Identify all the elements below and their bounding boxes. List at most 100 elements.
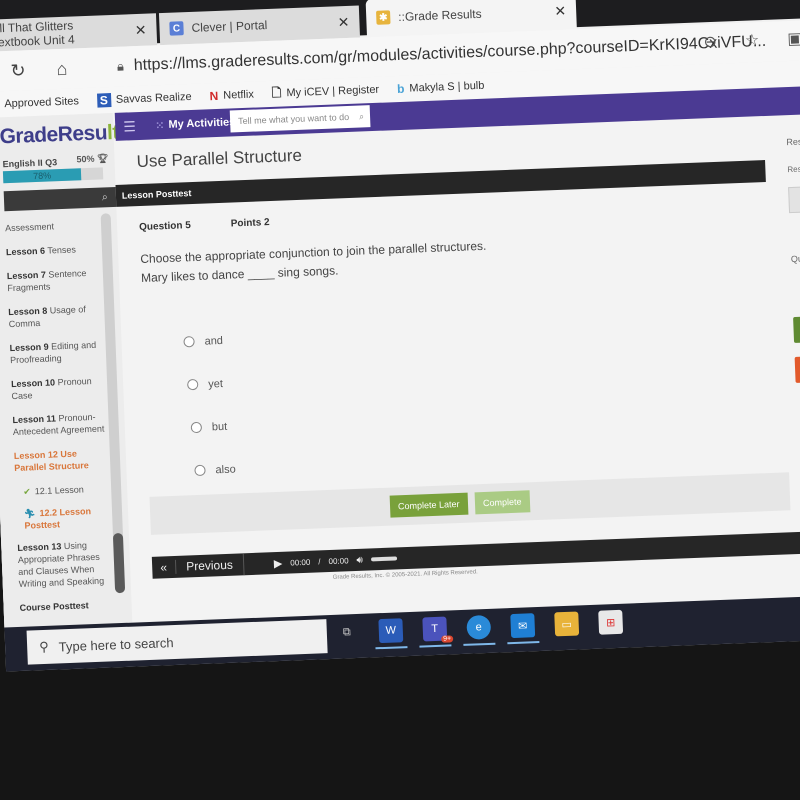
item-num: Lesson 6 xyxy=(5,245,46,258)
search-placeholder: Tell me what you want to do xyxy=(237,111,350,127)
favorite-star-icon[interactable]: ☆ xyxy=(745,30,760,51)
sidebar-item-lesson-11[interactable]: Lesson 11 Pronoun-Antecedent Agreement xyxy=(12,410,109,438)
option-label: but xyxy=(211,420,228,433)
clever-icon: C xyxy=(169,21,184,36)
sidebar-item-lesson-12[interactable]: Lesson 12 Use Parallel Structure xyxy=(14,446,111,474)
grid-icon: ⁙ xyxy=(155,119,165,132)
red-panel-button[interactable] xyxy=(794,356,800,383)
option-label: and xyxy=(204,334,224,348)
search-icon: ⚲ xyxy=(38,638,49,655)
sidebar-subitem-12-1[interactable]: ✔ 12.1 Lesson xyxy=(15,482,111,498)
menu-icon[interactable]: ☰ xyxy=(123,118,136,135)
item-num: Lesson 9 xyxy=(9,341,49,354)
edge-icon[interactable]: e xyxy=(466,614,492,640)
store-icon[interactable]: ⊞ xyxy=(598,609,624,635)
trophy-icon: 🏆︎ xyxy=(96,153,109,164)
bookmark-label: My iCEV | Register xyxy=(286,83,380,100)
sidebar-item-lesson-9[interactable]: Lesson 9 Editing and Proofreading xyxy=(9,338,106,366)
sidebar-item-course-posttest[interactable]: Course Posttest xyxy=(19,598,115,614)
tab-title: All That Glitters Textbook Unit 4 xyxy=(0,18,75,50)
item-num: Lesson 7 xyxy=(6,269,47,282)
sidebar-item-assessment[interactable]: Assessment xyxy=(5,219,101,235)
double-chevron-left-icon: « xyxy=(151,559,177,575)
word-icon[interactable]: W xyxy=(378,618,404,644)
radio-button[interactable] xyxy=(190,421,203,434)
sidebar-item-lesson-10[interactable]: Lesson 10 Pronoun Case xyxy=(11,374,108,402)
bookmark-label: Savvas Realize xyxy=(115,90,192,106)
sidebar-search[interactable]: ⌕ xyxy=(3,186,117,212)
question-number: Question 5 xyxy=(138,220,192,234)
option-but[interactable]: but xyxy=(190,405,235,450)
task-view-icon[interactable]: ⧉ xyxy=(334,620,359,645)
taskbar-search-placeholder: Type here to search xyxy=(58,634,174,654)
help-search-input[interactable]: Tell me what you want to do ⌕ xyxy=(229,105,371,133)
bookmark-approved-sites[interactable]: Approved Sites xyxy=(4,95,79,110)
play-icon[interactable]: ▶ xyxy=(274,556,283,569)
bookmark-label: Approved Sites xyxy=(4,95,80,111)
home-icon[interactable]: ⌂ xyxy=(47,58,78,80)
previous-button[interactable]: « Previous xyxy=(151,553,245,579)
bookmark-icev[interactable]: 🗋 My iCEV | Register xyxy=(271,79,379,104)
close-icon[interactable]: ✕ xyxy=(554,2,566,19)
questions-heading: Qu xyxy=(790,253,800,265)
question-text: Choose the appropriate conjunction to jo… xyxy=(140,237,487,288)
item-num: Lesson 11 xyxy=(12,413,57,426)
grade-results-favicon: ✱ xyxy=(376,10,391,25)
time-separator: / xyxy=(318,556,321,566)
teams-icon[interactable]: T 9+ xyxy=(422,616,454,643)
doc-icon: 🗋 xyxy=(271,85,282,100)
volume-slider[interactable] xyxy=(370,556,397,562)
file-explorer-icon[interactable]: ▭ xyxy=(554,611,580,637)
reset-button[interactable] xyxy=(788,186,800,214)
question-points: Points 2 xyxy=(230,217,270,230)
taskbar-search-input[interactable]: ⚲ Type here to search xyxy=(26,619,328,665)
radio-button[interactable] xyxy=(187,378,199,391)
goal-percent: 50% 🏆︎ xyxy=(76,153,108,165)
actions-area: Complete Later Complete xyxy=(149,472,791,535)
sidebar-item-lesson-6[interactable]: Lesson 6 Tenses xyxy=(6,243,102,259)
close-icon[interactable]: ✕ xyxy=(135,21,147,38)
option-label: yet xyxy=(207,377,224,391)
option-also[interactable]: also xyxy=(194,448,237,493)
bookmark-label: Makyla S | bulb xyxy=(409,79,485,95)
question-header: Question 5 Points 2 xyxy=(139,217,270,233)
mail-icon[interactable]: ✉ xyxy=(510,613,536,639)
bookmark-label: Netflix xyxy=(223,88,255,102)
radio-button[interactable] xyxy=(194,464,206,477)
option-and[interactable]: and xyxy=(183,319,232,364)
previous-label: Previous xyxy=(185,557,234,574)
my-activities-button[interactable]: ⁙ My Activities xyxy=(155,108,236,139)
sidebar-subitem-12-2[interactable]: 🏃︎ 12.2 Lesson Posttest xyxy=(16,504,113,532)
close-icon[interactable]: ✕ xyxy=(337,13,349,30)
tab-title: ::Grade Results xyxy=(397,6,482,24)
netflix-icon: N xyxy=(209,88,219,104)
tab-title: Clever | Portal xyxy=(191,18,268,35)
bulb-icon: b xyxy=(396,81,405,97)
sidebar-item-lesson-7[interactable]: Lesson 7 Sentence Fragments xyxy=(7,266,104,294)
bookmark-bulb[interactable]: b Makyla S | bulb xyxy=(397,79,485,96)
taskbar-apps: ⧉ W T 9+ e ✉ ▭ ⊞ xyxy=(334,609,624,645)
screen: All That Glitters Textbook Unit 4 ✕ C Cl… xyxy=(0,0,800,672)
time-total: 00:00 xyxy=(328,555,349,566)
complete-later-button[interactable]: Complete Later xyxy=(389,492,468,518)
refresh-icon[interactable]: ↻ xyxy=(3,60,34,82)
extension-icon[interactable]: ▣ xyxy=(787,28,800,49)
complete-button[interactable]: Complete xyxy=(474,490,530,515)
option-yet[interactable]: yet xyxy=(186,362,233,407)
sidebar-item-lesson-13[interactable]: Lesson 13 Using Appropriate Phrases and … xyxy=(17,538,115,590)
radio-button[interactable] xyxy=(183,336,195,348)
teams-badge: 9+ xyxy=(441,635,454,643)
course-name: English II Q3 xyxy=(2,157,58,170)
bookmark-netflix[interactable]: N Netflix xyxy=(209,88,254,104)
audio-player: ▶ 00:00 / 00:00 🔊︎ xyxy=(274,552,397,570)
item-num: Lesson 10 xyxy=(10,377,56,390)
green-panel-button[interactable] xyxy=(793,316,800,344)
item-title: Assessment xyxy=(4,221,55,234)
scrollbar-thumb[interactable] xyxy=(112,532,126,594)
logo: GradeResults xyxy=(0,120,131,149)
reset-heading: Rese xyxy=(786,136,800,148)
volume-icon[interactable]: 🔊︎ xyxy=(356,554,363,565)
zoom-icon[interactable]: ⊖ xyxy=(703,32,717,52)
sidebar-item-lesson-8[interactable]: Lesson 8 Usage of Comma xyxy=(8,302,105,330)
bookmark-savvas[interactable]: S Savvas Realize xyxy=(96,90,192,108)
